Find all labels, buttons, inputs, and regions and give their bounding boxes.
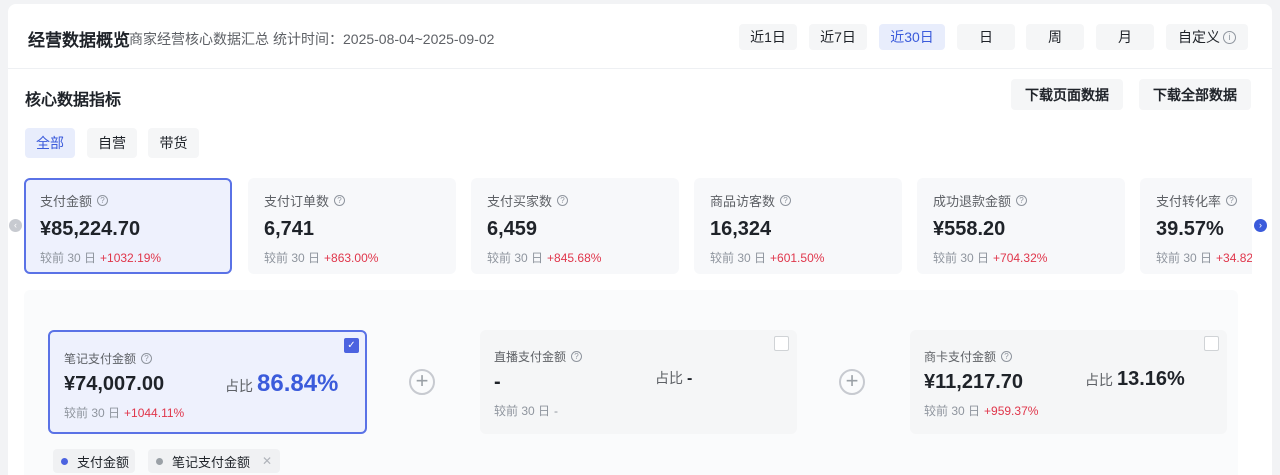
range-week-button[interactable]: 周 <box>1026 24 1084 50</box>
sub-value: ¥74,007.00 <box>64 373 165 395</box>
metric-change: +34.82 <box>1216 251 1252 265</box>
sub-card-note-pay[interactable]: 笔记支付金额? ¥74,007.00 较前 30 日 +1044.11% 占比 86… <box>48 330 367 434</box>
page-subtitle: 商家经营核心数据汇总 <box>129 31 269 47</box>
sub-value: - <box>494 371 501 393</box>
metric-value: 6,459 <box>487 218 538 240</box>
question-circle-icon[interactable]: ? <box>1226 194 1238 206</box>
metric-change: +601.50% <box>770 251 825 265</box>
share-value: - <box>687 370 693 387</box>
metric-card-pay-buyers[interactable]: 支付买家数? 6,459 较前 30 日 +845.68% <box>471 178 679 274</box>
metric-change: +845.68% <box>547 251 602 265</box>
filter-self-tab[interactable]: 自营 <box>87 128 137 158</box>
range-custom-button[interactable]: 自定义 i <box>1166 24 1248 50</box>
question-circle-icon[interactable]: ? <box>1001 351 1013 362</box>
range-7d-button[interactable]: 近7日 <box>809 24 867 50</box>
legend-dot <box>156 457 163 465</box>
metric-card-visitors[interactable]: 商品访客数? 16,324 较前 30 日 +601.50% <box>694 178 902 274</box>
question-circle-icon[interactable]: ? <box>557 194 569 206</box>
stat-time: 统计时间：2025-08-04~2025-09-02 <box>273 31 495 47</box>
metric-change: +863.00% <box>324 251 379 265</box>
metric-value: ¥558.20 <box>933 218 1006 240</box>
chevron-right-icon[interactable]: › <box>1254 219 1267 232</box>
range-30d-button[interactable]: 近30日 <box>879 24 945 50</box>
question-circle-icon[interactable]: ? <box>780 194 792 206</box>
select-checkbox[interactable] <box>1204 336 1219 351</box>
share-value: 86.84% <box>257 370 339 397</box>
plus-circle-icon: + <box>409 369 435 395</box>
question-circle-icon[interactable]: ? <box>1016 194 1028 206</box>
metric-value: 16,324 <box>710 218 772 240</box>
page-title: 经营数据概览 <box>28 31 130 50</box>
metric-value: ¥85,224.70 <box>40 218 141 240</box>
metric-value: 39.57% <box>1156 218 1224 240</box>
question-circle-icon[interactable]: ? <box>97 194 109 206</box>
chevron-left-icon[interactable]: ‹ <box>9 219 22 232</box>
question-circle-icon[interactable]: ? <box>571 351 583 362</box>
download-all-button[interactable]: 下载全部数据 <box>1139 79 1251 110</box>
sub-card-live-pay[interactable]: 直播支付金额? - 较前 30 日- 占比 - <box>480 330 797 434</box>
metric-carousel: 支付金额? ¥85,224.70 较前 30 日 +1032.19% 支付订单数?… <box>24 178 1252 274</box>
legend-dot <box>61 457 68 465</box>
metric-card-pay-orders[interactable]: 支付订单数? 6,741 较前 30 日 +863.00% <box>248 178 456 274</box>
share-value: 13.16% <box>1117 368 1185 390</box>
metric-card-conversion[interactable]: 支付转化率? 39.57% 较前 30 日 +34.82 <box>1140 178 1252 274</box>
sub-value: ¥11,217.70 <box>924 371 1023 393</box>
question-circle-icon[interactable]: ? <box>334 194 346 206</box>
filter-affiliate-tab[interactable]: 带货 <box>148 128 199 158</box>
download-page-button[interactable]: 下载页面数据 <box>1011 79 1123 110</box>
metric-card-pay-amount[interactable]: 支付金额? ¥85,224.70 较前 30 日 +1032.19% <box>24 178 232 274</box>
select-checkbox[interactable] <box>774 336 789 351</box>
plus-circle-icon: + <box>839 369 865 395</box>
metric-change: +1032.19% <box>100 251 162 265</box>
legend-chip-note-pay[interactable]: 笔记支付金额 ✕ <box>148 449 280 473</box>
sub-card-goods-card-pay[interactable]: 商卡支付金额? ¥11,217.70 较前 30 日 +959.37% 占比 13.… <box>910 330 1227 434</box>
section-title: 核心数据指标 <box>25 92 122 109</box>
range-1d-button[interactable]: 近1日 <box>739 24 797 50</box>
header-divider <box>8 68 1272 69</box>
filter-all-tab[interactable]: 全部 <box>25 128 75 158</box>
range-month-button[interactable]: 月 <box>1096 24 1154 50</box>
metric-card-refund[interactable]: 成功退款金额? ¥558.20 较前 30 日 +704.32% <box>917 178 1125 274</box>
info-circle-icon: i <box>1223 30 1236 44</box>
close-icon[interactable]: ✕ <box>262 454 272 468</box>
metric-value: 6,741 <box>264 218 315 240</box>
range-day-button[interactable]: 日 <box>957 24 1015 50</box>
check-icon: ✓ <box>347 340 356 351</box>
legend-chip-pay-amount[interactable]: 支付金额 <box>53 449 135 473</box>
metric-change: +704.32% <box>993 251 1048 265</box>
select-checkbox[interactable]: ✓ <box>344 338 359 353</box>
question-circle-icon[interactable]: ? <box>141 353 153 364</box>
